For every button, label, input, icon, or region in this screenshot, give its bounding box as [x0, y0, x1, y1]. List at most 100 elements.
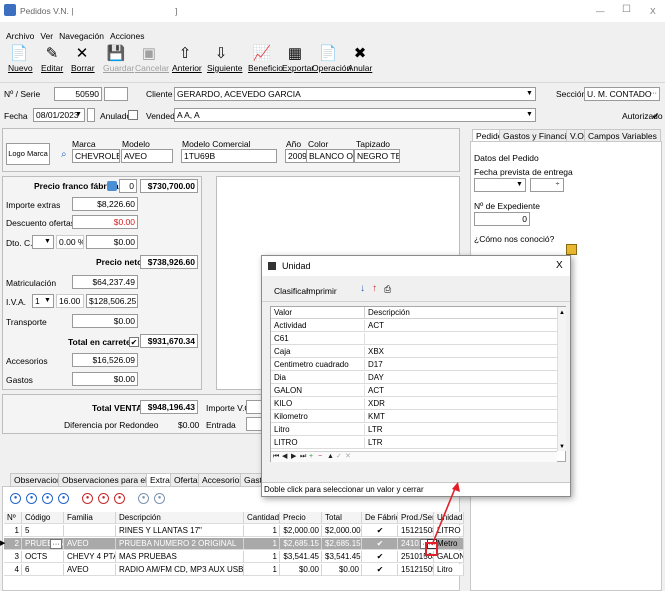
- fecha-extra-input[interactable]: [87, 108, 95, 122]
- scroll-up-icon[interactable]: ▲: [559, 307, 565, 319]
- seccion-input[interactable]: U. M. CONTADO ···: [584, 87, 660, 101]
- hora-entrega-input[interactable]: ÷: [530, 178, 564, 192]
- list-item[interactable]: Centimetro cuadrado D17: [271, 359, 557, 372]
- cliente-input[interactable]: GERARDO, ACEVEDO GARCIA ▼: [174, 87, 536, 101]
- fecha-input[interactable]: 08/01/2023 ▼: [33, 108, 85, 122]
- calculator-icon[interactable]: [107, 181, 117, 191]
- chevron-down-icon[interactable]: ▼: [514, 179, 525, 191]
- grid-header-3[interactable]: Descripción: [116, 512, 244, 524]
- autorizado-checkbox[interactable]: ✔: [652, 110, 659, 122]
- list-item[interactable]: LITRO LTR: [271, 437, 557, 450]
- carretera-checkbox[interactable]: ✔: [129, 337, 139, 347]
- anio-input[interactable]: 2009: [285, 149, 307, 163]
- toolbar-cancelar-button[interactable]: ▣ Cancelar: [135, 43, 169, 83]
- nav-circle-button-6[interactable]: ●: [98, 493, 109, 504]
- toolbar-operación-button[interactable]: 📄 Operación: [312, 43, 351, 83]
- navigator-button-7[interactable]: ▲: [327, 452, 334, 462]
- iva-pct-input[interactable]: 16.00 %: [56, 294, 84, 308]
- list-item[interactable]: C61: [271, 333, 557, 346]
- grid-header-4[interactable]: Cantidad: [244, 512, 280, 524]
- grid-header-7[interactable]: De Fábrica: [362, 512, 398, 524]
- grid-header-0[interactable]: Nº: [4, 512, 22, 524]
- print-icon[interactable]: ⎙: [384, 283, 391, 295]
- toolbar-anterior-button[interactable]: ⇧ Anterior: [172, 43, 202, 83]
- nav-circle-button-1[interactable]: ●: [10, 493, 21, 504]
- navigator-button-1[interactable]: ⏮: [273, 452, 279, 462]
- navigator-button-5[interactable]: +: [309, 452, 313, 462]
- navigator-button-4[interactable]: ⏭: [300, 452, 306, 462]
- toolbar-editar-button[interactable]: ✎ Editar: [41, 43, 63, 83]
- minimize-button[interactable]: —: [596, 5, 605, 17]
- franco-qty-input[interactable]: 0: [119, 179, 137, 193]
- serie-suffix-input[interactable]: [104, 87, 128, 101]
- lookup-icon[interactable]: [566, 244, 577, 255]
- list-item[interactable]: KILO XDR: [271, 398, 557, 411]
- navigator-button-3[interactable]: ▶: [291, 452, 296, 462]
- sort-asc-icon[interactable]: ↓: [360, 283, 365, 295]
- list-item[interactable]: Kilometro KMT: [271, 411, 557, 424]
- serie-input[interactable]: 50590: [54, 87, 102, 101]
- navigator-button-9[interactable]: ✕: [345, 452, 351, 462]
- grid-header-5[interactable]: Precio: [280, 512, 322, 524]
- anulado-checkbox[interactable]: [128, 110, 138, 120]
- navigator-button-6[interactable]: −: [318, 452, 322, 462]
- color-input[interactable]: BLANCO OLIMP: [306, 149, 354, 163]
- list-item[interactable]: Caja XBX: [271, 346, 557, 359]
- imprimir-button[interactable]: Imprimir: [306, 285, 337, 297]
- col-valor-header[interactable]: Valor: [271, 307, 365, 319]
- dialog-scrollbar[interactable]: ▲ ▼: [557, 307, 566, 451]
- clasificar-button[interactable]: Clasificar: [274, 285, 309, 297]
- chevron-down-icon[interactable]: ▼: [42, 236, 53, 248]
- nav-circle-button-3[interactable]: ●: [42, 493, 53, 504]
- list-item[interactable]: GALON ACT: [271, 385, 557, 398]
- sort-desc-icon[interactable]: ↑: [372, 283, 377, 295]
- list-item[interactable]: Actividad ACT: [271, 320, 557, 333]
- dialog-close-button[interactable]: X: [556, 260, 563, 272]
- scroll-down-icon[interactable]: ▼: [559, 441, 565, 453]
- toolbar-anular-button[interactable]: ✖ Anular: [347, 43, 373, 83]
- spinner-icon[interactable]: ÷: [552, 179, 563, 191]
- menu-navegación[interactable]: Navegación: [59, 31, 104, 41]
- nav-circle-button-5[interactable]: ●: [82, 493, 93, 504]
- dto-pct-input[interactable]: 0.00 %: [56, 235, 84, 249]
- toolbar-nuevo-button[interactable]: 📄 Nuevo: [8, 43, 33, 83]
- iva-select[interactable]: 1 ▼: [32, 294, 54, 308]
- nav-circle-button-7[interactable]: ●: [114, 493, 125, 504]
- nav-circle-button-4[interactable]: ●: [58, 493, 69, 504]
- nav-circle-button-9[interactable]: ●: [154, 493, 165, 504]
- ellipsis-button[interactable]: ···: [50, 539, 62, 549]
- col-desc-header[interactable]: Descripción: [365, 307, 557, 319]
- navigator-button-2[interactable]: ◀: [282, 452, 287, 462]
- maximize-button[interactable]: ☐: [622, 4, 631, 16]
- modelo-comercial-input[interactable]: 1TU69B: [181, 149, 277, 163]
- toolbar-beneficio-button[interactable]: 📈 Beneficio: [248, 43, 283, 83]
- nav-circle-button-2[interactable]: ●: [26, 493, 37, 504]
- grid-header-2[interactable]: Familia: [64, 512, 116, 524]
- chevron-down-icon[interactable]: ▼: [73, 109, 84, 121]
- toolbar-borrar-button[interactable]: ✕ Borrar: [71, 43, 95, 83]
- menu-ver[interactable]: Ver: [40, 31, 53, 41]
- grid-header-1[interactable]: Código: [22, 512, 64, 524]
- menu-archivo[interactable]: Archivo: [6, 31, 34, 41]
- toolbar-guardar-button[interactable]: 💾 Guardar: [103, 43, 134, 83]
- vendedor-input[interactable]: A A, A ▼: [174, 108, 536, 122]
- grid-header-6[interactable]: Total: [322, 512, 362, 524]
- chevron-down-icon[interactable]: ▼: [524, 109, 535, 121]
- search-icon[interactable]: ⌕: [61, 149, 67, 161]
- fecha-entrega-input[interactable]: ▼: [474, 178, 526, 192]
- dto-select[interactable]: ▼: [32, 235, 54, 249]
- marca-input[interactable]: CHEVROLET: [72, 149, 120, 163]
- tapizado-input[interactable]: NEGRO TELA: [354, 149, 400, 163]
- ellipsis-icon[interactable]: ···: [648, 88, 659, 100]
- close-button[interactable]: X: [650, 5, 656, 17]
- toolbar-exportar-button[interactable]: ▦ Exportar: [282, 43, 314, 83]
- menu-acciones[interactable]: Acciones: [110, 31, 145, 41]
- navigator-button-8[interactable]: ✓: [336, 452, 342, 462]
- chevron-down-icon[interactable]: ▼: [42, 295, 53, 307]
- list-item[interactable]: Dia DAY: [271, 372, 557, 385]
- toolbar-siguiente-button[interactable]: ⇩ Siguiente: [207, 43, 242, 83]
- expediente-input[interactable]: 0: [474, 212, 530, 226]
- chevron-down-icon[interactable]: ▼: [524, 88, 535, 100]
- list-item[interactable]: Litro LTR: [271, 424, 557, 437]
- modelo-input[interactable]: AVEO: [121, 149, 173, 163]
